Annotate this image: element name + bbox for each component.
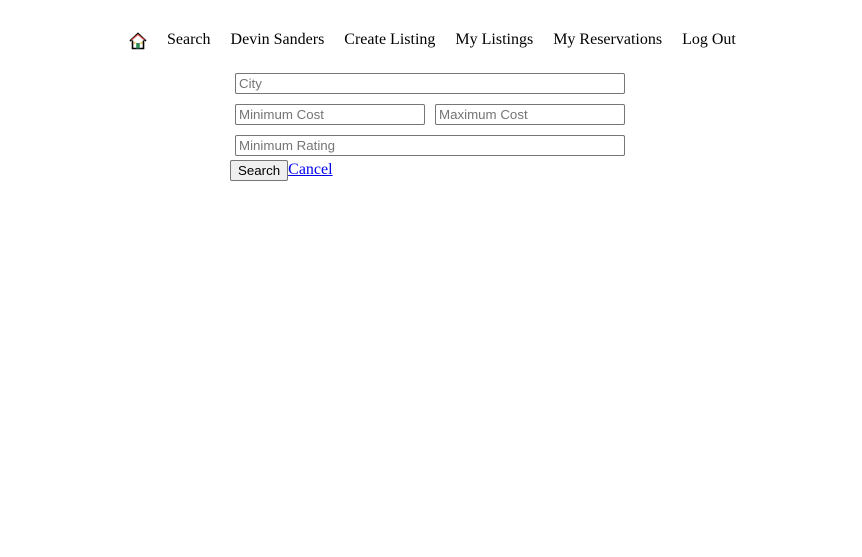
minimum-rating-input[interactable] (235, 135, 625, 156)
nav-link-my-listings[interactable]: My Listings (455, 28, 533, 52)
nav-link-user-profile[interactable]: Devin Sanders (231, 28, 325, 52)
top-navigation: Search Devin Sanders Create Listing My L… (129, 28, 736, 52)
nav-link-my-reservations[interactable]: My Reservations (553, 28, 662, 52)
home-icon[interactable] (129, 32, 147, 50)
city-input[interactable] (235, 73, 625, 94)
nav-link-create-listing[interactable]: Create Listing (344, 28, 435, 52)
nav-link-search[interactable]: Search (167, 28, 211, 52)
nav-link-log-out[interactable]: Log Out (682, 28, 736, 52)
maximum-cost-input[interactable] (435, 104, 625, 125)
form-actions: Search Cancel (230, 160, 333, 181)
cancel-link[interactable]: Cancel (288, 160, 332, 180)
search-button[interactable]: Search (230, 160, 289, 181)
minimum-cost-input[interactable] (235, 104, 425, 125)
